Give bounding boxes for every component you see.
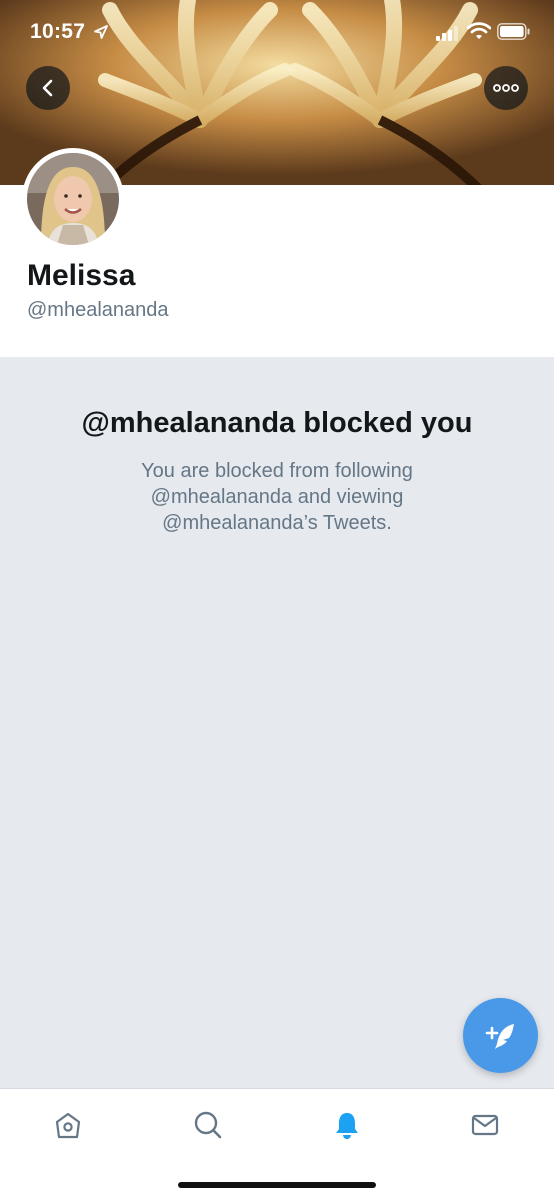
wifi-icon bbox=[467, 22, 491, 39]
envelope-icon bbox=[471, 1114, 499, 1136]
status-bar: 10:57 bbox=[0, 0, 554, 66]
home-indicator[interactable] bbox=[178, 1182, 376, 1188]
blocked-notice: @mhealananda blocked you You are blocked… bbox=[0, 357, 554, 536]
tab-messages[interactable] bbox=[465, 1105, 505, 1145]
location-arrow-icon bbox=[94, 25, 108, 39]
blocked-description: You are blocked from following @mhealana… bbox=[141, 460, 413, 534]
avatar-image bbox=[27, 153, 119, 245]
chevron-left-icon bbox=[42, 79, 53, 97]
display-name: Melissa bbox=[27, 259, 136, 292]
tab-notifications[interactable] bbox=[327, 1105, 367, 1145]
tab-home[interactable] bbox=[48, 1105, 88, 1145]
avatar[interactable] bbox=[22, 148, 124, 250]
compose-tweet-button[interactable] bbox=[463, 998, 538, 1073]
blocked-title: @mhealananda blocked you bbox=[81, 407, 473, 439]
more-options-button[interactable] bbox=[484, 66, 528, 110]
tab-search[interactable] bbox=[188, 1105, 228, 1145]
more-horizontal-icon bbox=[493, 84, 519, 92]
compose-tweet-icon bbox=[485, 1023, 514, 1049]
user-handle: @mhealananda bbox=[27, 299, 169, 321]
back-button[interactable] bbox=[26, 66, 70, 110]
bell-icon bbox=[336, 1113, 358, 1139]
search-icon bbox=[194, 1111, 222, 1139]
status-time: 10:57 bbox=[30, 20, 86, 43]
cellular-signal-icon bbox=[436, 26, 458, 41]
battery-icon bbox=[497, 23, 530, 40]
home-icon bbox=[55, 1112, 81, 1139]
